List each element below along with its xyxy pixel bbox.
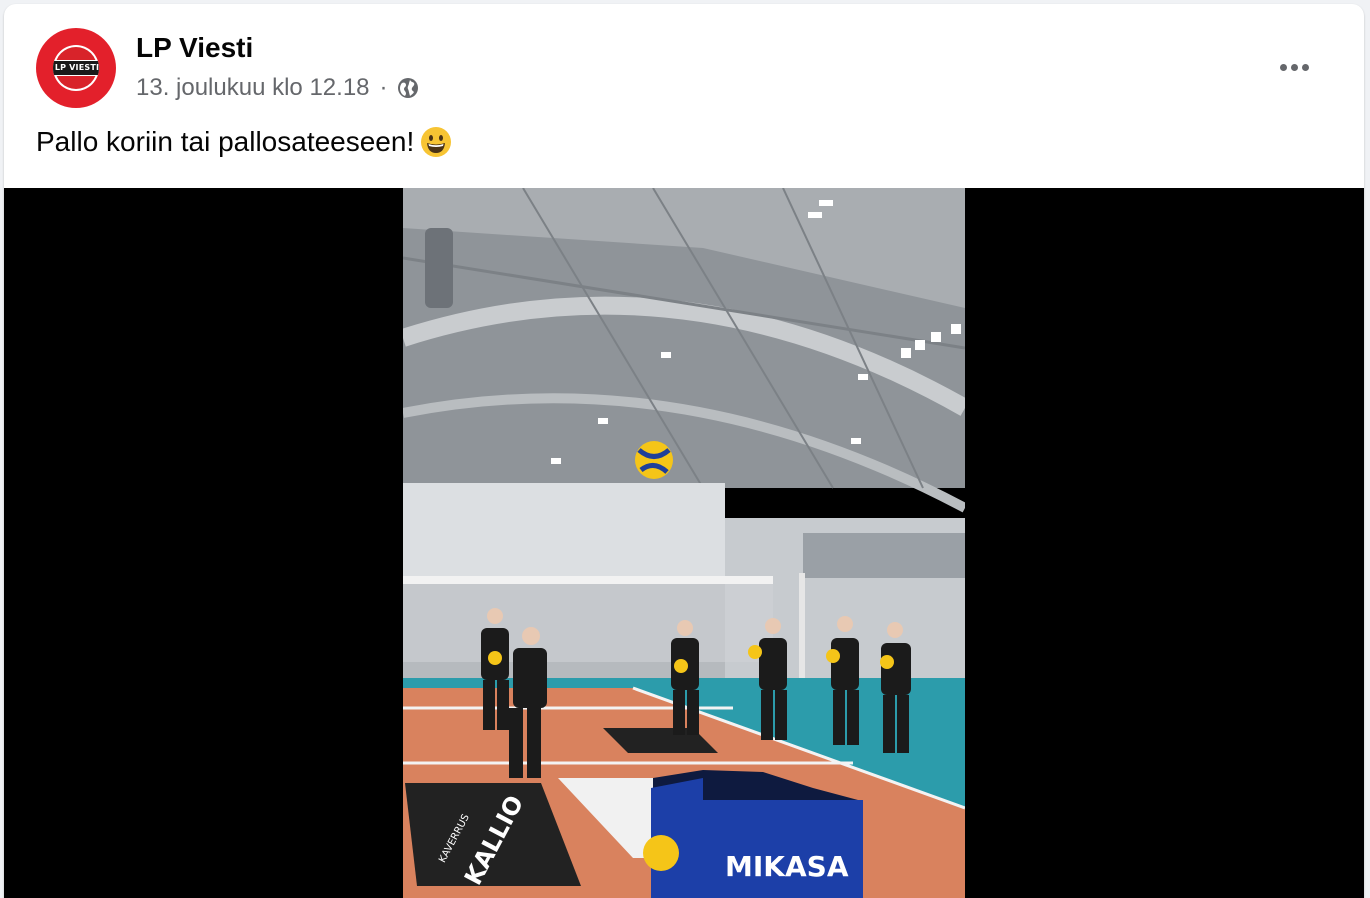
meta-separator: ·: [379, 74, 388, 101]
post-timestamp[interactable]: 13. joulukuu klo 12.18: [136, 74, 370, 102]
basket-brand-mikasa: MIKASA: [725, 850, 849, 883]
post-meta: 13. joulukuu klo 12.18 ·: [136, 74, 420, 102]
more-horizontal-icon: [1290, 63, 1298, 71]
volleyball-practice-scene: KALLIO KAVERRUS MIKASA: [403, 188, 965, 898]
globe-icon[interactable]: [396, 76, 420, 100]
post-message-text: Pallo koriin tai pallosateeseen!: [36, 126, 415, 157]
lp-viesti-logo: LP VIESTI: [53, 45, 99, 91]
post-message: Pallo koriin tai pallosateeseen!: [36, 126, 452, 158]
more-horizontal-icon: [1301, 63, 1309, 71]
page-avatar[interactable]: LP VIESTI: [36, 28, 116, 108]
page-name-link[interactable]: LP Viesti: [136, 32, 253, 64]
volleyball-in-air: [635, 441, 673, 479]
logo-banner-text: LP VIESTI: [53, 60, 99, 76]
post-header: LP VIESTI LP Viesti 13. joulukuu klo 12.…: [4, 4, 1364, 114]
video-player[interactable]: KALLIO KAVERRUS MIKASA: [4, 188, 1364, 898]
more-horizontal-icon: [1279, 63, 1287, 71]
facebook-post-card: LP VIESTI LP Viesti 13. joulukuu klo 12.…: [4, 4, 1364, 898]
post-options-button[interactable]: [1266, 42, 1322, 92]
grinning-face-emoji: [420, 126, 452, 158]
video-frame[interactable]: KALLIO KAVERRUS MIKASA: [403, 188, 965, 898]
